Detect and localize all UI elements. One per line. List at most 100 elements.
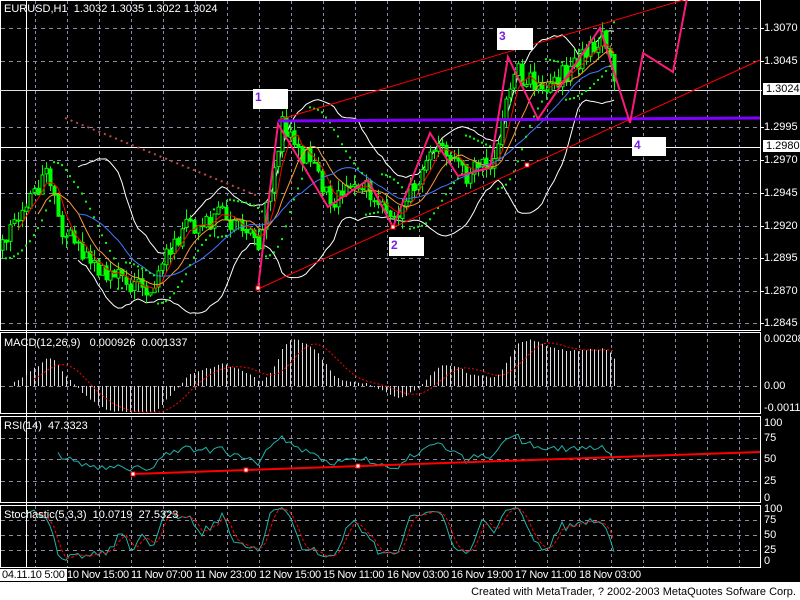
parabolic-sar-dot	[253, 204, 255, 207]
parabolic-sar-dot	[517, 160, 519, 163]
parabolic-sar-dot	[345, 150, 347, 153]
candle-body	[448, 154, 453, 160]
open-price: 1.3032	[73, 3, 108, 15]
dotted-trend-line[interactable]	[64, 117, 259, 197]
parabolic-sar-dot	[125, 261, 127, 264]
candle-body	[352, 183, 357, 188]
parabolic-sar-dot	[425, 222, 427, 225]
parabolic-sar-dot	[189, 264, 191, 267]
parabolic-sar-dot	[333, 128, 335, 131]
parabolic-sar-dot	[5, 257, 7, 260]
wave-label-2[interactable]: 2	[389, 237, 424, 256]
parabolic-sar-dot	[193, 256, 195, 259]
time-axis-label: 10 Nov 15:00	[67, 569, 129, 581]
parabolic-sar-dot	[281, 238, 283, 241]
candle-body	[288, 131, 293, 138]
candle-body	[16, 219, 21, 222]
candle-body	[228, 219, 233, 230]
parabolic-sar-dot	[289, 211, 291, 214]
parabolic-sar-dot	[473, 137, 475, 140]
candle-body	[224, 206, 229, 221]
rsi-marker	[130, 471, 136, 477]
parabolic-sar-dot	[501, 186, 503, 189]
parabolic-sar-dot	[133, 263, 135, 266]
panel-frames	[0, 0, 761, 568]
parabolic-sar-dot	[321, 111, 323, 114]
candle-body	[64, 235, 69, 239]
rsi-axis-100: 100	[764, 417, 783, 429]
close-price: 1.3024	[183, 3, 218, 15]
parabolic-sar-dot	[97, 224, 99, 227]
rsi-line	[57, 433, 615, 472]
parabolic-sar-dot	[249, 203, 251, 206]
parabolic-sar-dot	[469, 135, 471, 138]
parabolic-sar-dot	[373, 212, 375, 215]
candle-body	[340, 190, 345, 196]
parabolic-sar-dot	[93, 216, 95, 219]
parabolic-sar-dot	[161, 301, 163, 304]
parabolic-sar-dot	[589, 87, 591, 90]
candle-body	[192, 219, 197, 234]
candle-body	[164, 248, 169, 266]
time-axis-label: 15 Nov 11:00	[323, 569, 385, 581]
candle-body	[128, 284, 133, 293]
price-axis-label: 1.2945	[764, 187, 798, 199]
channel-upper-line[interactable]	[277, 0, 690, 121]
grid	[1, 1, 764, 567]
wave-label-1[interactable]: 1	[253, 89, 288, 109]
candle-body	[160, 263, 165, 271]
parabolic-sar-dot	[145, 269, 147, 272]
parabolic-sar-dot	[77, 186, 79, 189]
macd-chart	[14, 339, 615, 413]
candle-body	[4, 239, 9, 243]
parabolic-sar-dot	[309, 106, 311, 109]
time-axis-label: 11 Nov 23:00	[195, 569, 257, 581]
parabolic-sar-dot	[389, 175, 391, 178]
stochastic-header: Stochastic(5,3,3) 10.0719 27.5323	[4, 509, 178, 521]
candle-body	[8, 224, 13, 242]
parabolic-sar-dot	[429, 218, 431, 221]
parabolic-sar-dot	[365, 213, 367, 216]
parabolic-sar-dot	[129, 262, 131, 265]
parabolic-sar-dot	[217, 236, 219, 239]
candle-body	[544, 89, 549, 92]
candle-body	[312, 161, 317, 164]
parabolic-sar-dot	[393, 178, 395, 181]
candle-body	[36, 187, 41, 196]
time-axis-label: 11 Nov 07:00	[131, 569, 193, 581]
parabolic-sar-dot	[173, 292, 175, 295]
macd-signal-value: 0.001337	[141, 337, 188, 349]
candle-body	[68, 229, 73, 237]
parabolic-sar-dot	[277, 245, 279, 248]
parabolic-sar-dot	[529, 124, 531, 127]
wave-number: 2	[391, 238, 398, 252]
candle-body	[360, 188, 365, 191]
rsi-chart	[57, 433, 761, 477]
parabolic-sar-dot	[401, 186, 403, 189]
parabolic-sar-dot	[117, 287, 119, 290]
zigzag-wave-line[interactable]	[257, 0, 688, 289]
candle-body	[152, 287, 157, 294]
macd-axis-zero: 0.00	[764, 380, 786, 392]
candle-body	[60, 215, 65, 238]
price-axis-label: 1.2870	[764, 285, 798, 297]
candle-body	[372, 200, 377, 203]
rsi-value: 47.3323	[48, 420, 88, 432]
wave-label-4[interactable]: 4	[632, 137, 666, 156]
price-axis-label: 1.2970	[764, 154, 798, 166]
macd-axis-min: -0.00111	[764, 402, 800, 414]
candle-body	[132, 281, 137, 292]
time-axis-label: 18 Nov 03:00	[579, 569, 641, 581]
candle-body	[276, 150, 281, 168]
resistance-level-line[interactable]	[277, 116, 761, 123]
candle-body	[428, 151, 433, 161]
low-price: 1.3022	[147, 3, 181, 15]
parabolic-sar-dot	[37, 227, 39, 230]
candle-body	[28, 193, 33, 209]
parabolic-sar-dot	[185, 273, 187, 276]
candle-body	[20, 209, 25, 221]
parabolic-sar-dot	[105, 241, 107, 244]
macd-value: 0.000926	[89, 337, 136, 349]
wave-label-3[interactable]: 3	[497, 28, 533, 50]
price-axis-label: 1.2845	[764, 317, 798, 329]
